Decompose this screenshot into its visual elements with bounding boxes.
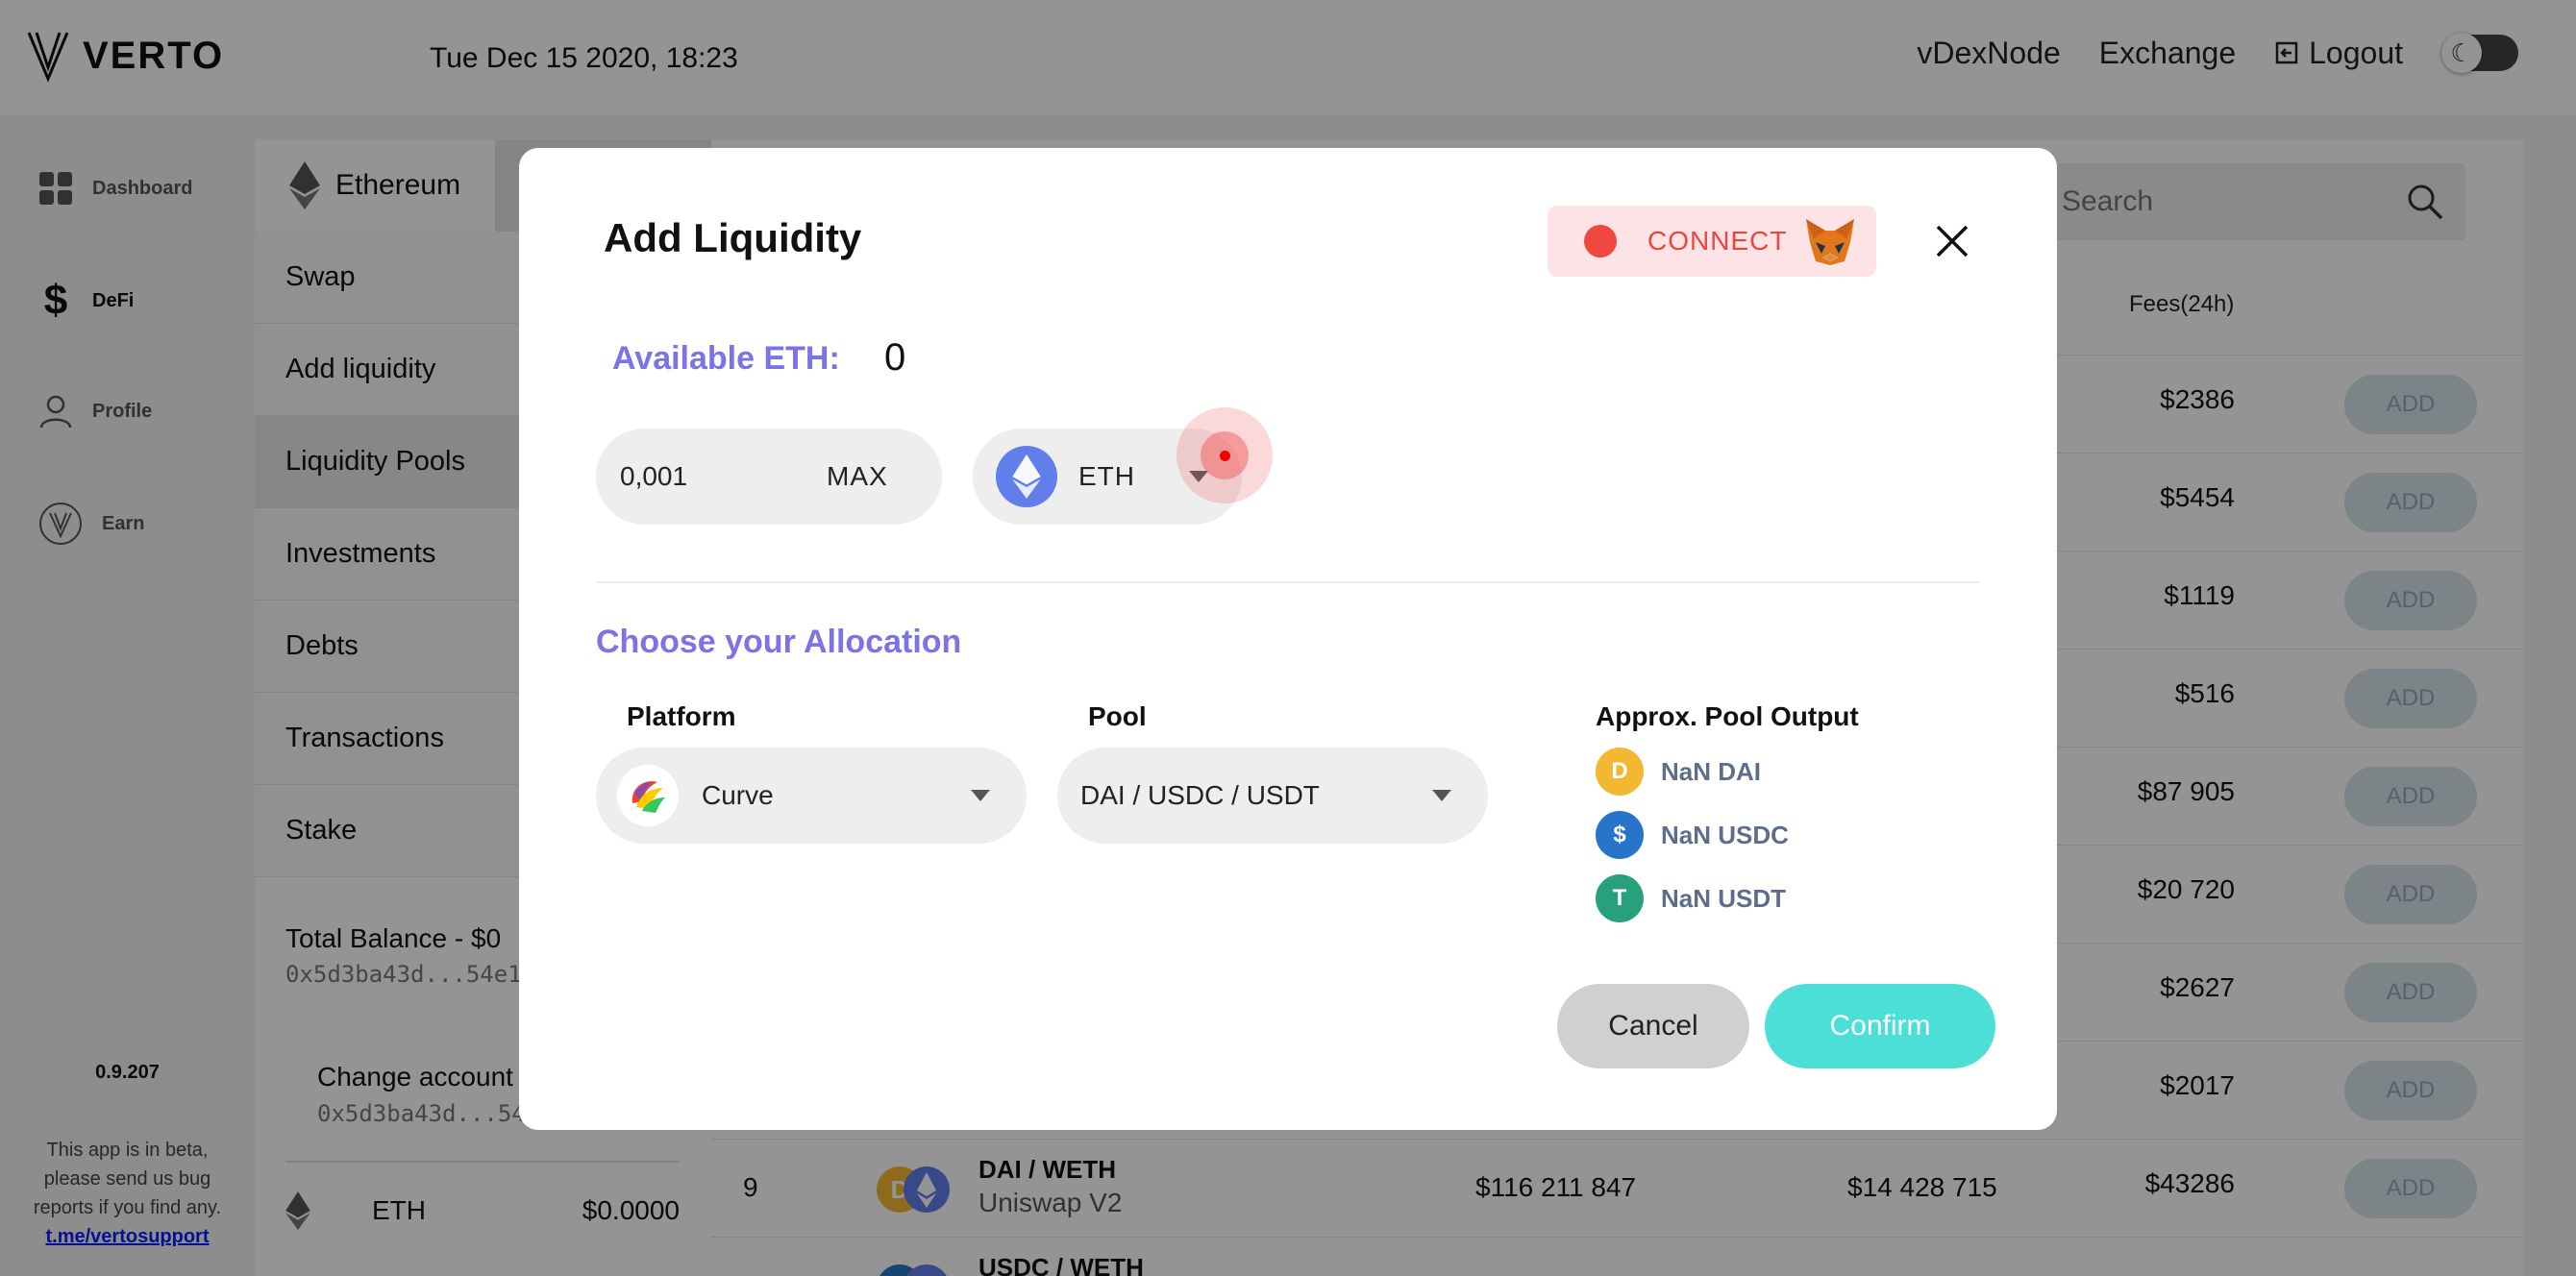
output-usdc: $ NaN USDC (1596, 811, 1789, 859)
cancel-button[interactable]: Cancel (1557, 984, 1749, 1068)
max-button[interactable]: MAX (827, 461, 888, 492)
output-usdt: T NaN USDT (1596, 874, 1786, 922)
output-value: NaN DAI (1661, 756, 1762, 786)
status-dot (1584, 225, 1617, 258)
pool-value: DAI / USDC / USDT (1080, 780, 1320, 810)
modal-title: Add Liquidity (604, 215, 862, 260)
available-eth-value: 0 (884, 336, 906, 379)
output-value: NaN USDC (1661, 820, 1789, 849)
divider (596, 581, 1980, 583)
connect-wallet-button[interactable]: CONNECT (1548, 206, 1876, 277)
usdc-icon: $ (1596, 811, 1644, 859)
token-symbol: ETH (1078, 461, 1135, 491)
output-value: NaN USDT (1661, 883, 1787, 913)
platform-select[interactable]: Curve (596, 748, 1027, 844)
metamask-fox-icon (1806, 219, 1855, 265)
click-indicator (1177, 407, 1273, 503)
chevron-down-icon (971, 790, 990, 801)
pool-label: Pool (1088, 701, 1147, 731)
ethereum-icon (996, 446, 1057, 507)
close-icon[interactable] (1934, 223, 1970, 259)
chevron-down-icon (1432, 790, 1451, 801)
usdt-icon: T (1596, 874, 1644, 922)
output-dai: D NaN DAI (1596, 748, 1761, 796)
curve-logo-icon (617, 765, 679, 826)
allocation-title: Choose your Allocation (596, 624, 962, 660)
pool-output-label: Approx. Pool Output (1596, 701, 1859, 731)
confirm-button[interactable]: Confirm (1765, 984, 1995, 1068)
amount-input[interactable] (620, 429, 812, 525)
connect-label: CONNECT (1647, 226, 1788, 256)
platform-label: Platform (627, 701, 736, 731)
platform-value: Curve (702, 780, 774, 810)
available-eth-label: Available ETH: (612, 340, 840, 377)
pool-select[interactable]: DAI / USDC / USDT (1057, 748, 1488, 844)
amount-field: MAX (596, 429, 942, 525)
add-liquidity-modal: Add Liquidity CONNECT Available ETH: 0 M… (519, 148, 2057, 1130)
dai-icon: D (1596, 748, 1644, 796)
